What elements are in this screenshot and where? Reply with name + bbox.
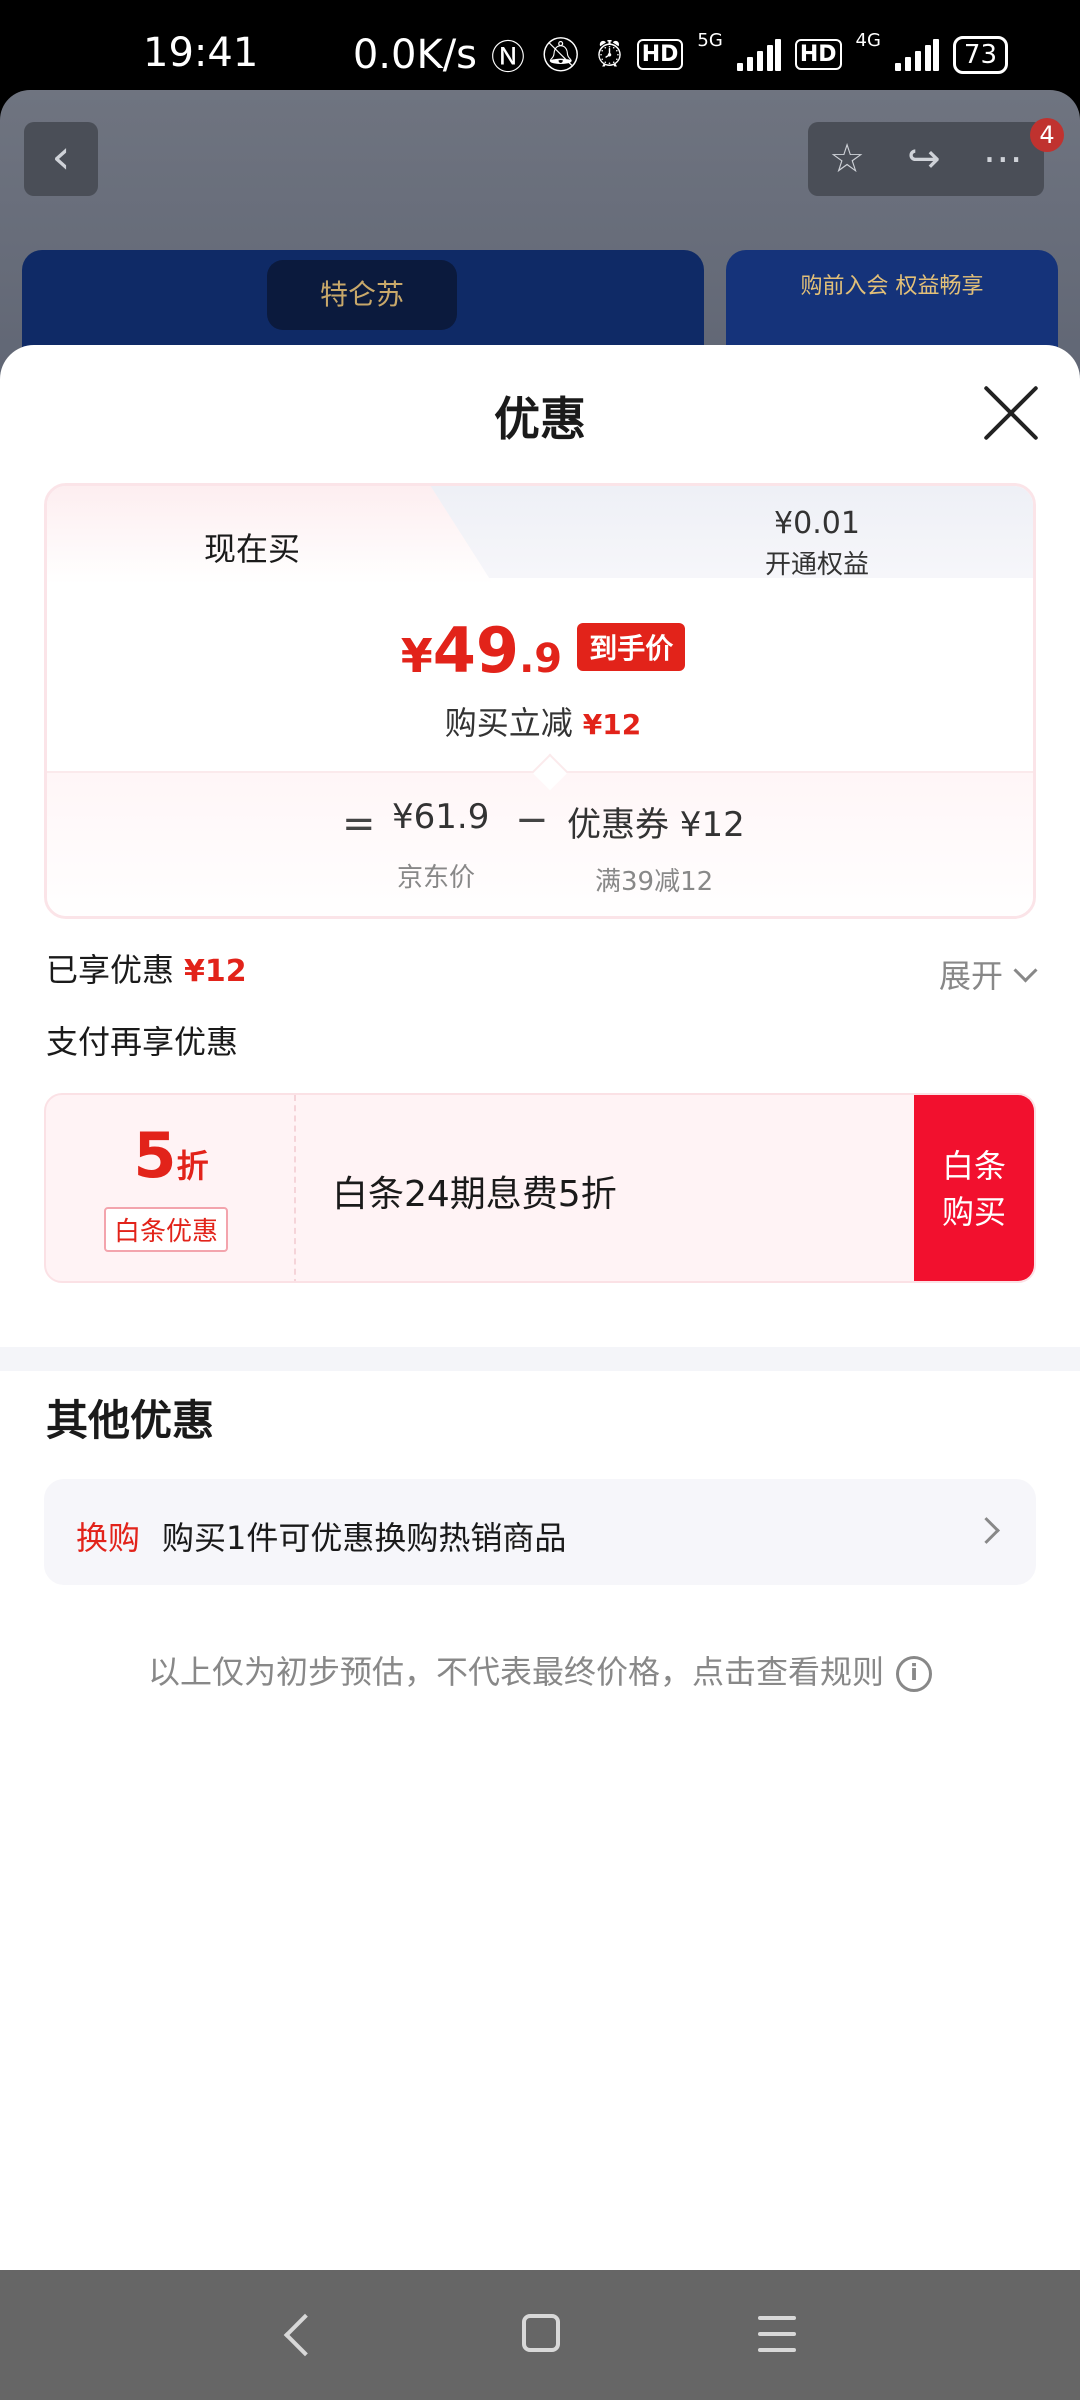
breakdown-notch [531, 753, 569, 791]
tab-membership-price: ¥0.01 [774, 506, 860, 541]
baitiao-buy-line1: 白条 [941, 1147, 1006, 1185]
price-breakdown: = ¥61.9 京东价 − 优惠券 ¥12 满39减12 [47, 753, 1033, 916]
status-time: 19:41 [143, 30, 259, 76]
baitiao-description: 白条24期息费5折 [332, 1174, 617, 1215]
system-nav-bar [0, 2270, 1080, 2400]
pay-section-title: 支付再享优惠 [46, 1023, 239, 1061]
baitiao-tag: 白条优惠 [104, 1207, 229, 1252]
top-actions: ☆ ↪ ⋯ [808, 122, 1044, 196]
alarm-icon: ⏰︎ [596, 34, 623, 75]
chevron-down-icon [1013, 957, 1038, 983]
brand-logo: 特仑苏 [267, 260, 457, 330]
nav-home-icon[interactable] [522, 2314, 560, 2352]
other-offers-title: 其他优惠 [46, 1396, 215, 1445]
enjoyed-label: 已享优惠 [46, 951, 175, 989]
coupon-condition: 满39减12 [595, 867, 714, 897]
trade-in-offer-row[interactable]: 换购 购买1件可优惠换购热销商品 [44, 1479, 1036, 1585]
nav-menu-icon[interactable] [758, 2316, 796, 2352]
back-icon[interactable]: ‹ [24, 122, 98, 196]
enjoyed-amount: ¥12 [184, 954, 247, 989]
baitiao-buy-button[interactable]: 白条 购买 [914, 1095, 1034, 1281]
tab-buy-now[interactable]: 现在买 [47, 486, 493, 584]
baitiao-discount-number: 5 [133, 1119, 177, 1192]
cart-badge: 4 [1030, 118, 1064, 152]
nfc-icon: Ⓝ [491, 38, 526, 78]
tab-membership-label: 开通权益 [764, 550, 869, 580]
sim2-network-label: 4G [855, 30, 881, 51]
close-icon[interactable] [980, 383, 1042, 445]
section-divider [0, 1347, 1080, 1371]
chevron-right-icon [973, 1517, 1000, 1544]
trade-in-text: 购买1件可优惠换购热销商品 [162, 1519, 567, 1557]
jd-price: ¥61.9 [392, 797, 490, 837]
baitiao-discount-unit: 折 [176, 1147, 209, 1185]
final-price-currency: ¥ [400, 629, 433, 683]
final-price-tag: 到手价 [577, 623, 686, 671]
sheet-title: 优惠 [494, 392, 586, 446]
nav-back-icon[interactable] [283, 2313, 327, 2357]
enjoyed-discount: 已享优惠 ¥12 [46, 945, 247, 991]
expand-button[interactable]: 展开 [938, 951, 1038, 997]
final-price: ¥49.9 到手价 [47, 614, 1033, 687]
trade-in-tag: 换购 [76, 1519, 141, 1557]
instant-reduce: 购买立减 ¥12 [47, 698, 1033, 744]
instant-reduce-label: 购买立减 [444, 704, 573, 742]
baitiao-offer-card[interactable]: 5折 白条优惠 白条24期息费5折 白条 购买 [44, 1093, 1036, 1283]
minus-sign: − [515, 797, 549, 843]
mute-icon: 🔕︎ [539, 34, 583, 75]
sim1-network-label: 5G [697, 30, 723, 51]
hd-icon: HD [636, 39, 684, 70]
baitiao-discount-block: 5折 白条优惠 [46, 1095, 296, 1281]
star-icon[interactable]: ☆ [829, 136, 865, 182]
expand-label: 展开 [938, 957, 1003, 995]
final-price-integer: 49 [432, 614, 520, 687]
share-icon[interactable]: ↪ [907, 136, 941, 182]
info-icon[interactable]: i [896, 1656, 932, 1692]
instant-reduce-amount: ¥12 [582, 708, 642, 741]
signal-icon-2 [894, 38, 939, 71]
price-card: ¥0.01 开通权益 现在买 ¥49.9 到手价 购买立减 ¥12 = ¥61.9… [44, 483, 1036, 919]
jd-price-label: 京东价 [397, 863, 476, 893]
disclaimer-text: 以上仅为初步预估，不代表最终价格，点击查看规则 [147, 1653, 884, 1691]
battery-icon: 73 [952, 35, 1008, 74]
status-icons: 0.0K/s Ⓝ 🔕︎ ⏰︎ HD 5G HD 4G 73 [353, 30, 1008, 79]
tab-buy-now-label: 现在买 [203, 530, 300, 568]
discount-sheet: 优惠 ¥0.01 开通权益 现在买 ¥49.9 到手价 购买立减 ¥12 = ¥6… [0, 345, 1080, 2270]
equals-sign: = [342, 801, 376, 847]
baitiao-discount: 5折 [46, 1119, 296, 1192]
baitiao-buy-line2: 购买 [941, 1193, 1006, 1231]
more-icon[interactable]: ⋯ [983, 136, 1023, 182]
final-price-decimal: .9 [519, 636, 563, 682]
signal-icon [736, 38, 781, 71]
hd-icon-2: HD [794, 39, 842, 70]
net-speed: 0.0K/s [352, 31, 478, 78]
coupon-amount: 优惠券 ¥12 [567, 805, 745, 845]
disclaimer[interactable]: 以上仅为初步预估，不代表最终价格，点击查看规则 i [0, 1647, 1080, 1693]
